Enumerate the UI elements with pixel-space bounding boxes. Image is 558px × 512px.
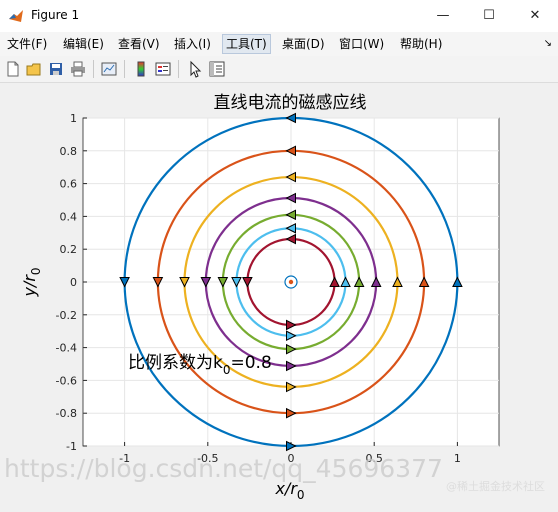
y-tick-label: 0.8 bbox=[60, 145, 78, 158]
y-tick-label: 0.2 bbox=[60, 243, 78, 256]
wire-marker-dot bbox=[288, 279, 294, 285]
menu-view[interactable]: 查看(V) bbox=[115, 35, 163, 53]
y-tick-label: -0.2 bbox=[56, 309, 77, 322]
close-button[interactable]: ✕ bbox=[512, 0, 558, 32]
menu-insert[interactable]: 插入(I) bbox=[171, 35, 214, 53]
plot-title: 直线电流的磁感应线 bbox=[214, 93, 367, 113]
property-editor-icon[interactable] bbox=[208, 60, 226, 78]
link-plot-icon[interactable] bbox=[100, 60, 118, 78]
pointer-icon[interactable] bbox=[186, 60, 204, 78]
minimize-button[interactable]: — bbox=[420, 0, 466, 32]
plot-svg: -1 -0.5 0 0.5 110.80.60.40.20-0.2-0.4-0.6-0.… bbox=[4, 93, 545, 502]
y-tick-label: 0 bbox=[70, 276, 77, 289]
menu-help[interactable]: 帮助(H) bbox=[397, 35, 445, 53]
menu-tools[interactable]: 工具(T) bbox=[222, 34, 271, 54]
window-title: Figure 1 bbox=[31, 8, 80, 22]
y-tick-label: 1 bbox=[70, 112, 77, 125]
y-tick-label: 0.6 bbox=[60, 178, 78, 191]
toolbar bbox=[0, 56, 558, 83]
y-tick-label: -0.8 bbox=[56, 407, 77, 420]
menu-edit[interactable]: 编辑(E) bbox=[60, 35, 107, 53]
toolbar-separator bbox=[124, 60, 125, 78]
legend-icon[interactable] bbox=[154, 60, 172, 78]
y-tick-label: -0.4 bbox=[56, 342, 77, 355]
menu-bar: 文件(F) 编辑(E) 查看(V) 插入(I) 工具(T) 桌面(D) 窗口(W… bbox=[0, 32, 558, 56]
y-tick-label: -0.6 bbox=[56, 374, 77, 387]
print-icon[interactable] bbox=[69, 60, 87, 78]
toolbar-separator bbox=[93, 60, 94, 78]
save-icon[interactable] bbox=[47, 60, 65, 78]
figure-canvas: -1 -0.5 0 0.5 1 1 0.8 0.6 0.4 0.2 0 -0.2 -0.4 -0.6 -0.… bbox=[0, 83, 558, 509]
menu-window[interactable]: 窗口(W) bbox=[336, 35, 387, 53]
menu-dock-arrow-icon[interactable]: ↘ bbox=[544, 38, 552, 49]
menu-file[interactable]: 文件(F) bbox=[4, 35, 50, 53]
x-tick-label: 1 bbox=[454, 452, 461, 465]
maximize-icon: ☐ bbox=[483, 8, 495, 23]
minimize-icon: — bbox=[436, 8, 450, 23]
new-figure-icon[interactable] bbox=[4, 60, 22, 78]
matlab-icon bbox=[9, 10, 23, 22]
open-icon[interactable] bbox=[25, 60, 43, 78]
y-axis-label: y/r0 bbox=[20, 267, 43, 297]
maximize-button[interactable]: ☐ bbox=[466, 0, 512, 32]
y-tick-label: -1 bbox=[66, 440, 77, 453]
toolbar-separator bbox=[178, 60, 179, 78]
watermark-url: https://blog.csdn.net/qq_45696377 bbox=[4, 454, 443, 483]
title-bar: Figure 1 — ☐ ✕ bbox=[0, 0, 558, 32]
menu-desktop[interactable]: 桌面(D) bbox=[279, 35, 328, 53]
watermark-badge: @稀土掘金技术社区 bbox=[446, 479, 545, 493]
colorbar-icon[interactable] bbox=[132, 60, 150, 78]
close-icon: ✕ bbox=[529, 8, 541, 23]
y-tick-label: 0.4 bbox=[60, 210, 78, 223]
